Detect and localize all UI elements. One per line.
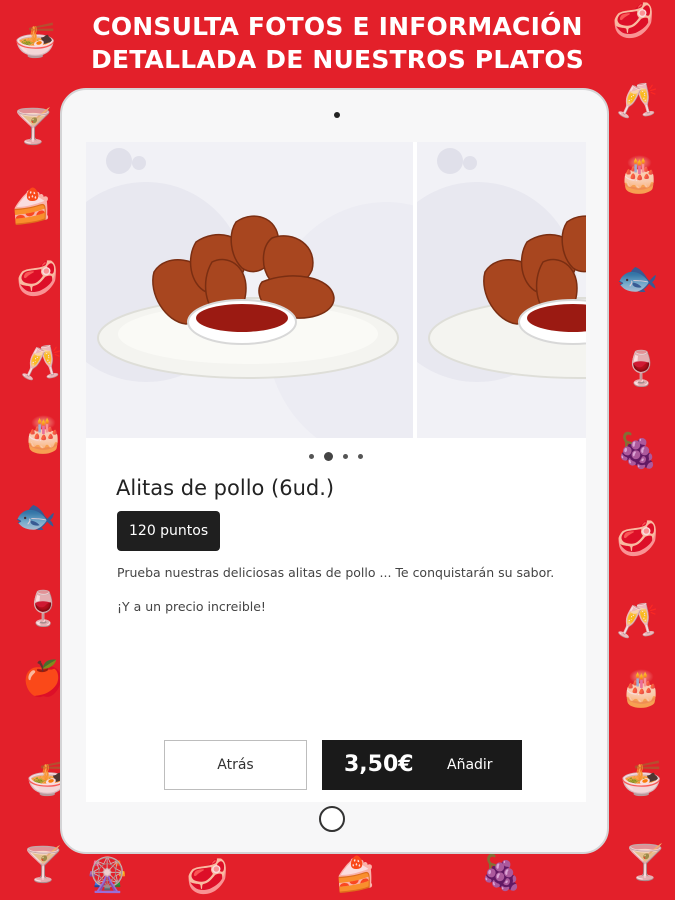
wine-glasses-icon: 🥂 xyxy=(616,81,659,121)
birthday-cake-icon: 🎂 xyxy=(22,415,65,455)
fruit-icon: 🍇 xyxy=(480,853,523,893)
chicken-wings-image xyxy=(97,215,399,379)
page-dot-active[interactable] xyxy=(324,452,333,462)
tablet-frame: Alitas de pollo (6ud.) 120 puntos Prueba… xyxy=(60,88,609,854)
product-description: Prueba nuestras deliciosas alitas de pol… xyxy=(117,564,557,632)
wine-bottle-icon: 🍷 xyxy=(620,349,663,389)
image-gallery[interactable] xyxy=(86,142,586,438)
price-label: 3,50€ xyxy=(344,752,414,777)
birthday-cake-icon: 🎂 xyxy=(620,669,663,709)
noodles-icon: 🍜 xyxy=(620,759,663,799)
bicycle-wheel-icon: 🎡 xyxy=(86,855,129,895)
steak-icon: 🥩 xyxy=(186,857,229,897)
fruit-icon: 🍇 xyxy=(616,431,659,471)
page-dot[interactable] xyxy=(309,454,314,460)
chicken-wings-image xyxy=(428,215,586,379)
steak-icon: 🥩 xyxy=(616,519,659,559)
back-button[interactable]: Atrás xyxy=(164,740,307,790)
cake-slice-icon: 🍰 xyxy=(10,187,53,227)
fruit-icon: 🍎 xyxy=(22,659,65,699)
add-to-order-button[interactable]: 3,50€ Añadir xyxy=(322,740,522,790)
add-label: Añadir xyxy=(447,757,493,773)
description-text: Prueba nuestras deliciosas alitas de pol… xyxy=(117,565,555,580)
page-dot[interactable] xyxy=(343,454,348,460)
page-dot[interactable] xyxy=(358,454,363,460)
cocktail-icon: 🍸 xyxy=(624,843,667,883)
promo-headline: CONSULTA FOTOS E INFORMACIÓN DETALLADA D… xyxy=(0,10,675,76)
wine-glasses-icon: 🥂 xyxy=(20,343,63,383)
steak-icon: 🥩 xyxy=(16,259,59,299)
wine-bottle-icon: 🍷 xyxy=(22,589,65,629)
cocktail-icon: 🍸 xyxy=(12,107,55,147)
product-title: Alitas de pollo (6ud.) xyxy=(116,476,335,500)
product-detail-screen: Alitas de pollo (6ud.) 120 puntos Prueba… xyxy=(86,142,586,802)
fish-icon: 🐟 xyxy=(14,497,57,537)
tablet-home-button xyxy=(319,806,345,832)
description-tagline: ¡Y a un precio increible! xyxy=(117,599,266,614)
headline-line-1: CONSULTA FOTOS E INFORMACIÓN xyxy=(92,12,583,41)
fish-icon: 🐟 xyxy=(616,259,659,299)
wine-glasses-icon: 🥂 xyxy=(616,601,659,641)
gallery-pagination[interactable] xyxy=(86,448,586,466)
points-badge: 120 puntos xyxy=(117,511,221,551)
product-photo-next xyxy=(417,142,586,438)
headline-line-2: DETALLADA DE NUESTROS PLATOS xyxy=(91,45,584,74)
product-photo xyxy=(86,142,413,438)
cake-slice-icon: 🍰 xyxy=(334,855,377,895)
birthday-cake-icon: 🎂 xyxy=(618,155,661,195)
cocktail-icon: 🍸 xyxy=(22,845,65,885)
tablet-camera xyxy=(334,112,340,118)
